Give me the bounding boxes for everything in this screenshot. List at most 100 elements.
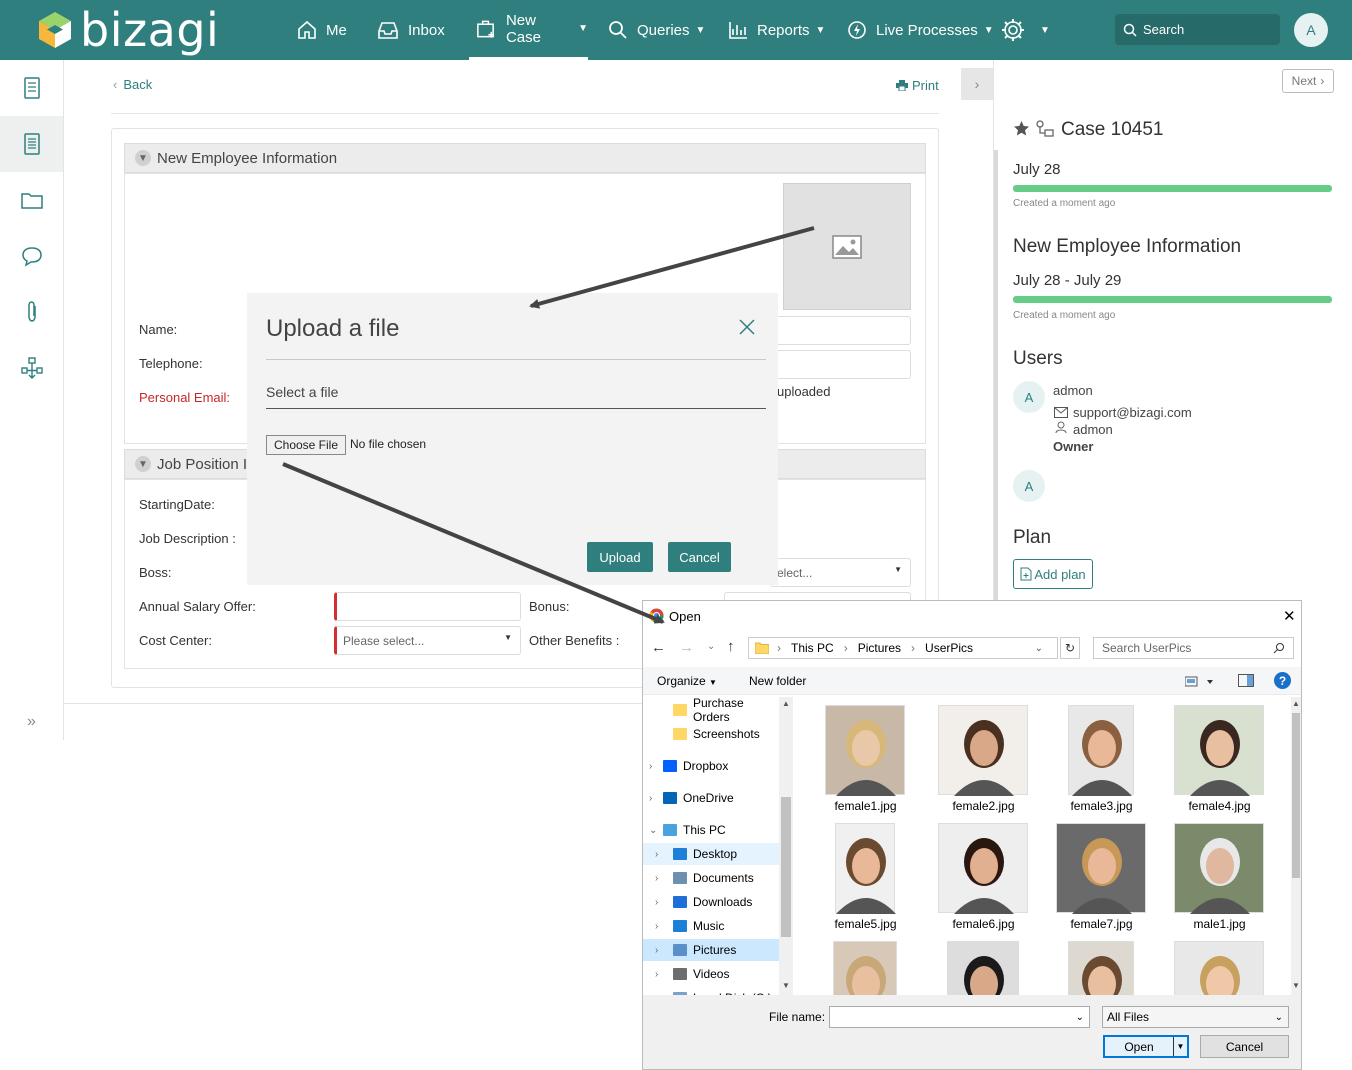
- nav-pane-item[interactable]: › Videos: [643, 963, 779, 985]
- navigation-pane-scrollbar[interactable]: ▲ ▼: [779, 697, 793, 995]
- nav-up-button[interactable]: ↑: [727, 638, 735, 655]
- scroll-up-icon[interactable]: ▲: [1292, 699, 1300, 708]
- sidebar-item-comments[interactable]: [0, 228, 63, 284]
- expand-chevron-icon[interactable]: ⌄: [649, 825, 657, 836]
- open-dialog-cancel-button[interactable]: Cancel: [1200, 1035, 1289, 1058]
- nav-inbox[interactable]: Inbox: [376, 0, 445, 60]
- sidebar-item-folders[interactable]: [0, 172, 63, 228]
- nav-new-case[interactable]: New Case ▼: [469, 0, 588, 60]
- expand-chevron-icon[interactable]: ›: [655, 945, 658, 956]
- open-button[interactable]: Open ▼: [1103, 1035, 1189, 1058]
- preview-pane-button[interactable]: [1238, 674, 1254, 692]
- file-name-input[interactable]: ⌄: [829, 1006, 1090, 1028]
- nav-reports[interactable]: Reports ▼: [727, 0, 825, 60]
- expand-chevron-icon[interactable]: ›: [655, 969, 658, 980]
- telephone-input[interactable]: [760, 350, 911, 379]
- sidebar-item-summary[interactable]: [0, 60, 63, 116]
- section-new-employee-header[interactable]: ▼ New Employee Information: [124, 143, 926, 173]
- sidebar-item-process-map[interactable]: [0, 340, 63, 396]
- nav-pane-item[interactable]: Purchase Orders: [643, 697, 779, 724]
- global-search[interactable]: [1115, 14, 1280, 45]
- file-item[interactable]: [1157, 933, 1267, 995]
- user-email[interactable]: support@bizagi.com: [1073, 405, 1192, 420]
- expand-chevron-icon[interactable]: ›: [649, 793, 652, 804]
- name-input[interactable]: [760, 316, 911, 345]
- upload-cancel-button[interactable]: Cancel: [668, 542, 731, 572]
- nav-back-button[interactable]: ←: [651, 639, 666, 656]
- upload-dialog-close-button[interactable]: [739, 319, 755, 340]
- nav-pane-item[interactable]: › Music: [643, 915, 779, 937]
- help-icon[interactable]: ?: [1274, 672, 1291, 689]
- file-item[interactable]: male1.jpg: [1157, 815, 1267, 933]
- file-item[interactable]: female4.jpg: [1157, 697, 1267, 815]
- file-item[interactable]: female7.jpg: [1039, 815, 1149, 933]
- nav-pane-item[interactable]: › Documents: [643, 867, 779, 889]
- address-bar[interactable]: › This PC › Pictures › UserPics ⌄: [748, 637, 1058, 659]
- file-item[interactable]: female6.jpg: [921, 815, 1031, 933]
- scroll-down-icon[interactable]: ▼: [1292, 981, 1300, 990]
- file-item[interactable]: female3.jpg: [1039, 697, 1149, 815]
- new-folder-button[interactable]: New folder: [749, 674, 806, 688]
- user-avatar[interactable]: A: [1294, 13, 1328, 47]
- scroll-down-icon[interactable]: ▼: [782, 981, 790, 990]
- breadcrumb-userpics[interactable]: UserPics: [925, 641, 973, 655]
- expand-chevron-icon[interactable]: ›: [655, 921, 658, 932]
- expand-chevron-icon[interactable]: ›: [649, 761, 652, 772]
- scroll-thumb[interactable]: [1292, 713, 1300, 878]
- open-dialog-close-button[interactable]: ✕: [1283, 607, 1296, 625]
- user-avatar-second[interactable]: A: [1013, 470, 1045, 502]
- panel-scrollbar[interactable]: [994, 150, 998, 600]
- search-input[interactable]: [1143, 22, 1263, 37]
- breadcrumb-this-pc[interactable]: This PC: [791, 641, 834, 655]
- nav-forward-button[interactable]: →: [679, 639, 694, 656]
- add-plan-button[interactable]: Add plan: [1013, 559, 1093, 589]
- nav-queries[interactable]: Queries ▼: [607, 0, 705, 60]
- file-item[interactable]: female5.jpg: [803, 815, 913, 933]
- file-list-scrollbar[interactable]: ▲ ▼: [1291, 697, 1301, 995]
- scroll-thumb[interactable]: [781, 797, 791, 937]
- annual-salary-input[interactable]: [334, 592, 521, 621]
- nav-live-processes[interactable]: Live Processes ▼: [846, 0, 994, 60]
- sidebar-item-attachments[interactable]: [0, 284, 63, 340]
- favorite-star-icon[interactable]: [1013, 120, 1030, 142]
- nav-me[interactable]: Me: [296, 0, 347, 60]
- choose-file-button[interactable]: Choose File: [266, 435, 346, 455]
- change-view-button[interactable]: [1184, 675, 1215, 693]
- file-item[interactable]: [803, 933, 913, 995]
- expand-chevron-icon[interactable]: ›: [655, 897, 658, 908]
- print-link[interactable]: Print: [896, 78, 939, 93]
- employee-photo-placeholder[interactable]: [783, 183, 911, 310]
- nav-settings[interactable]: ▼: [1000, 0, 1050, 60]
- nav-pane-item[interactable]: ›Local Disk (C:): [643, 987, 779, 995]
- sidebar-expand[interactable]: »: [0, 694, 63, 750]
- expand-chevron-icon[interactable]: ›: [655, 873, 658, 884]
- file-item[interactable]: [1039, 933, 1149, 995]
- collapse-panel-button[interactable]: ›: [961, 68, 993, 100]
- nav-pane-item[interactable]: › Desktop: [643, 843, 779, 865]
- chevron-down-icon[interactable]: ⌄: [1076, 1012, 1084, 1023]
- boss-select[interactable]: elect... ▼: [770, 558, 911, 587]
- caret-down-icon[interactable]: ▼: [1173, 1037, 1187, 1056]
- recent-locations-button[interactable]: ⌄: [707, 641, 715, 652]
- user-avatar-owner[interactable]: A: [1013, 381, 1045, 413]
- breadcrumb-pictures[interactable]: Pictures: [858, 641, 901, 655]
- file-type-select[interactable]: All Files ⌄: [1102, 1006, 1289, 1028]
- nav-pane-item[interactable]: › OneDrive: [643, 787, 779, 809]
- cost-center-select[interactable]: Please select... ▼: [334, 626, 521, 655]
- file-item[interactable]: [921, 933, 1031, 995]
- folder-search-box[interactable]: Search UserPics: [1093, 637, 1294, 659]
- nav-pane-item[interactable]: › Dropbox: [643, 755, 779, 777]
- chevron-down-icon[interactable]: ⌄: [1035, 643, 1043, 654]
- refresh-button[interactable]: ↻: [1060, 637, 1080, 659]
- bizagi-logo[interactable]: bizagi: [38, 3, 219, 57]
- nav-pane-item[interactable]: › Pictures: [643, 939, 779, 961]
- nav-pane-item[interactable]: ⌄ This PC: [643, 819, 779, 841]
- nav-pane-item[interactable]: Screenshots: [643, 723, 779, 745]
- nav-pane-item[interactable]: › Downloads: [643, 891, 779, 913]
- expand-chevron-icon[interactable]: ›: [655, 849, 658, 860]
- back-link[interactable]: ‹ Back: [113, 77, 152, 92]
- scroll-up-icon[interactable]: ▲: [782, 699, 790, 708]
- upload-button[interactable]: Upload: [587, 542, 653, 572]
- file-item[interactable]: female2.jpg: [921, 697, 1031, 815]
- file-item[interactable]: female1.jpg: [803, 697, 913, 815]
